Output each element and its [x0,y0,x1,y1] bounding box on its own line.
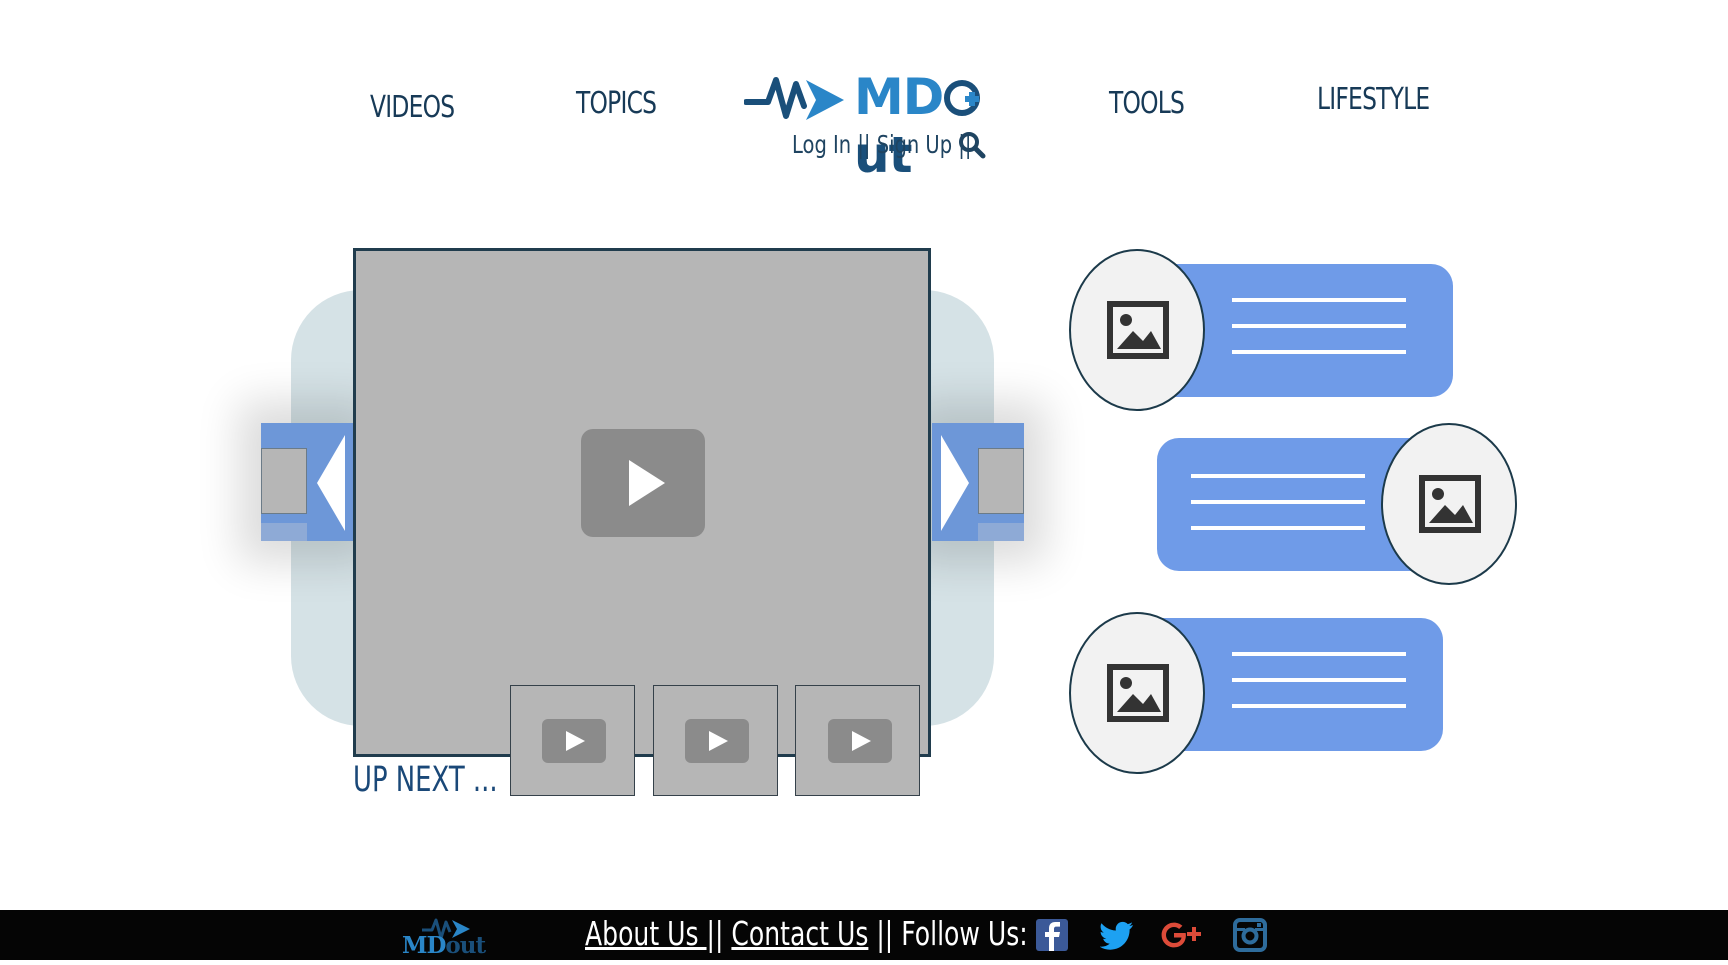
follow-us-label: || Follow Us: [868,914,1028,953]
play-button-icon[interactable] [581,429,705,537]
footer-links: About Us || Contact Us || Follow Us: [585,914,1028,953]
search-icon[interactable] [958,131,986,159]
heartbeat-logo-icon [744,77,844,120]
up-next-thumbnail-2[interactable] [653,685,778,796]
facebook-icon[interactable] [1035,918,1069,952]
image-icon [1107,301,1169,359]
about-us-link[interactable]: About Us [585,914,707,953]
play-icon [542,719,606,763]
footer: MDout About Us || Contact Us || Follow U… [0,910,1728,960]
article-thumbnail-2[interactable] [1381,423,1517,585]
mdout-logo[interactable]: MD ut [744,68,1034,184]
auth-links: Log In || Sign Up || [792,130,971,159]
signup-link[interactable]: Sign Up [877,130,952,159]
footer-separator: || [706,914,732,953]
login-link[interactable]: Log In [792,130,851,159]
article-thumbnail-3[interactable] [1069,612,1205,774]
image-icon [1419,475,1481,533]
arrow-left-icon [317,435,345,531]
image-icon [1107,664,1169,722]
twitter-icon[interactable] [1100,918,1134,952]
play-icon [685,719,749,763]
logo-o-cross-icon [943,70,981,116]
play-icon [828,719,892,763]
auth-separator: || [851,130,877,159]
nav-lifestyle[interactable]: LIFESTYLE [1317,82,1430,117]
nav-topics[interactable]: TOPICS [576,86,657,121]
google-plus-icon[interactable] [1161,918,1205,952]
carousel-prev-button[interactable] [261,423,353,541]
article-thumbnail-1[interactable] [1069,249,1205,411]
up-next-thumbnail-1[interactable] [510,685,635,796]
contact-us-link[interactable]: Contact Us [731,914,868,953]
footer-logo[interactable]: MDout [400,914,506,960]
instagram-icon[interactable] [1233,918,1267,952]
nav-tools[interactable]: TOOLS [1109,86,1185,121]
up-next-thumbnail-3[interactable] [795,685,920,796]
logo-text: MD ut [854,68,1034,184]
arrow-right-icon [941,435,969,531]
nav-videos[interactable]: VIDEOS [370,90,455,125]
carousel-next-button[interactable] [932,423,1024,541]
up-next-label: UP NEXT ... [353,760,498,800]
